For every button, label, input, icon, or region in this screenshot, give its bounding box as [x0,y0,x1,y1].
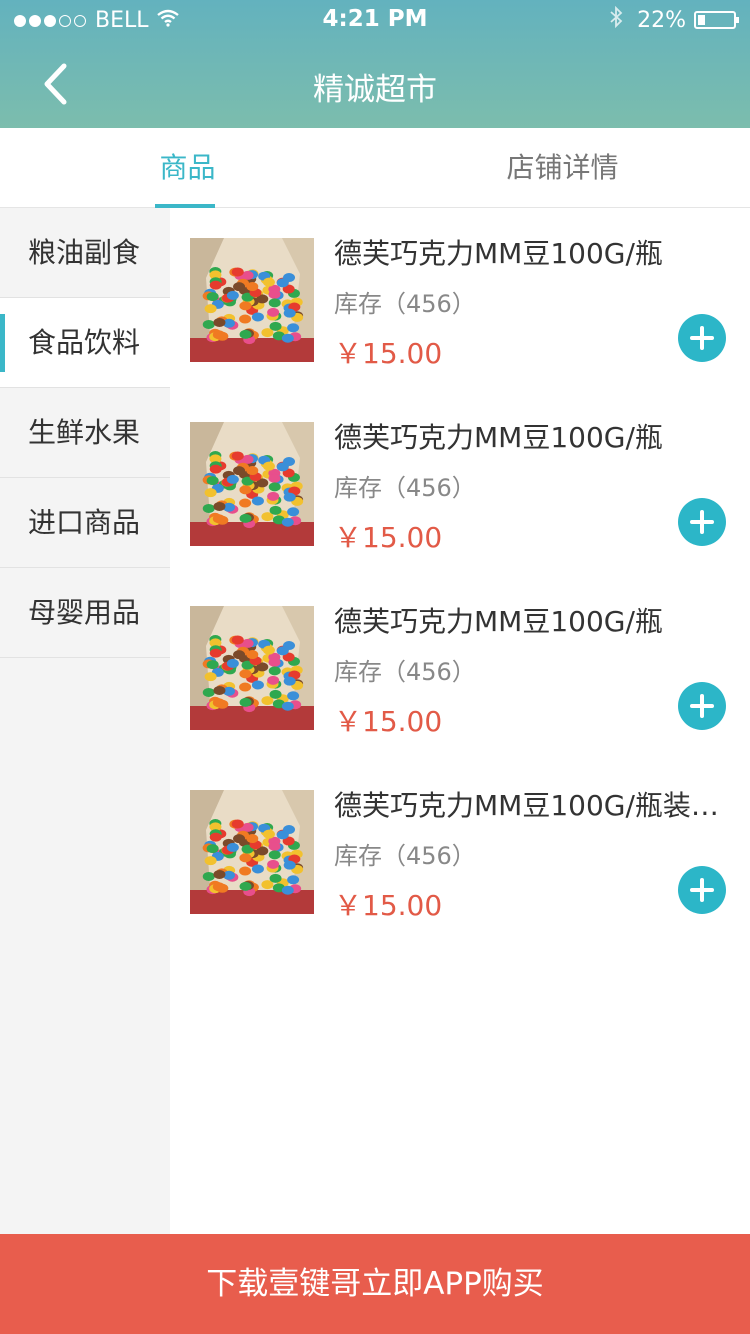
product-item[interactable]: 德芙巧克力MM豆100G/瓶 库存（456） ￥15.00 [170,208,750,392]
battery-fill [698,15,705,25]
status-bar: BELL 4:21 PM 22% [0,0,750,40]
product-price: ￥15.00 [334,521,443,554]
tab-store-details[interactable]: 店铺详情 [375,128,750,208]
sidebar-item-label: 进口商品 [28,506,141,539]
product-name: 德芙巧克力MM豆100G/瓶 [334,605,663,638]
add-to-cart-button[interactable] [678,498,726,546]
product-item[interactable]: 德芙巧克力MM豆100G/瓶装… 库存（456） ￥15.00 [170,760,750,944]
sidebar-item-label: 生鲜水果 [28,416,141,449]
tab-label: 商品 [159,151,216,184]
sidebar-item-imported[interactable]: 进口商品 [0,478,170,568]
sidebar-item-food-drinks[interactable]: 食品饮料 [0,298,170,388]
status-right: 22% [609,5,739,34]
app-header: BELL 4:21 PM 22% 精诚超市 [0,0,750,128]
product-image [190,422,314,546]
product-item[interactable]: 德芙巧克力MM豆100G/瓶 库存（456） ￥15.00 [170,576,750,760]
tab-label: 店铺详情 [506,151,619,184]
sidebar-item-baby[interactable]: 母婴用品 [0,568,170,658]
sidebar-item-fresh-fruit[interactable]: 生鲜水果 [0,388,170,478]
sidebar-item-label: 粮油副食 [28,236,141,269]
add-to-cart-button[interactable] [678,314,726,362]
product-image [190,238,314,362]
product-stock: 库存（456） [334,842,476,870]
product-price: ￥15.00 [334,337,443,370]
product-name: 德芙巧克力MM豆100G/瓶装… [334,789,719,822]
product-item[interactable]: 德芙巧克力MM豆100G/瓶 库存（456） ￥15.00 [170,392,750,576]
add-to-cart-button[interactable] [678,682,726,730]
nav-bar: 精诚超市 [0,40,750,128]
product-name: 德芙巧克力MM豆100G/瓶 [334,421,663,454]
product-image [190,790,314,914]
sidebar-item-label: 母婴用品 [28,596,141,629]
product-image [190,606,314,730]
product-price: ￥15.00 [334,705,443,738]
category-sidebar: 粮油副食 食品饮料 生鲜水果 进口商品 母婴用品 [0,208,170,1234]
add-to-cart-button[interactable] [678,866,726,914]
bluetooth-icon [609,5,623,34]
product-stock: 库存（456） [334,290,476,318]
page-title: 精诚超市 [313,72,437,108]
product-stock: 库存（456） [334,474,476,502]
download-app-label: 下载壹键哥立即APP购买 [206,1266,544,1302]
tab-bar: 商品 店铺详情 [0,128,750,208]
battery-percent: 22% [637,7,686,33]
download-app-banner[interactable]: 下载壹键哥立即APP购买 [0,1234,750,1334]
battery-icon [694,11,739,29]
product-name: 德芙巧克力MM豆100G/瓶 [334,237,663,270]
product-list: 德芙巧克力MM豆100G/瓶 库存（456） ￥15.00 德芙巧克力MM豆10… [170,208,750,1234]
product-stock: 库存（456） [334,658,476,686]
tab-products[interactable]: 商品 [0,128,375,208]
sidebar-item-label: 食品饮料 [28,326,141,359]
product-price: ￥15.00 [334,889,443,922]
sidebar-item-grain-oil[interactable]: 粮油副食 [0,208,170,298]
